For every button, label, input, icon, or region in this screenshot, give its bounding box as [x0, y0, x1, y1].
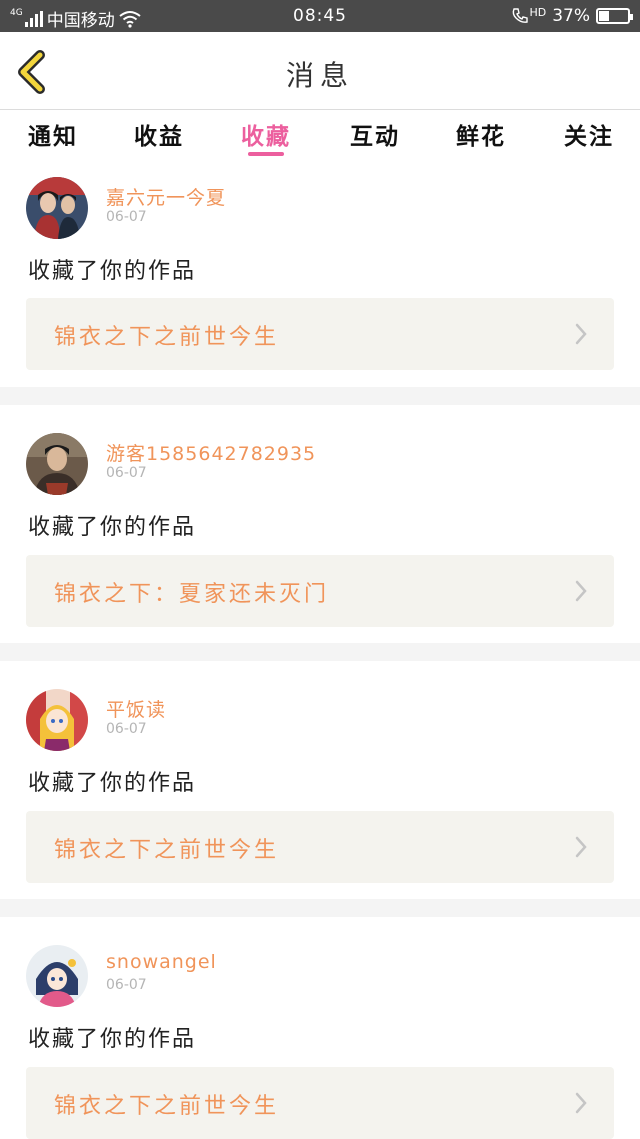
- tab-notifications[interactable]: 通知: [13, 117, 93, 151]
- work-link[interactable]: 锦衣之下：夏家还未灭门: [26, 555, 614, 627]
- divider: [0, 899, 640, 917]
- work-link[interactable]: 锦衣之下之前世今生: [26, 811, 614, 883]
- status-right: HD 37%: [511, 5, 633, 26]
- timestamp: 06-07: [106, 465, 147, 481]
- list-item: 游客1585642782935 06-07 收藏了你的作品 锦衣之下：夏家还未灭…: [0, 405, 640, 643]
- page-title: 消息: [285, 59, 354, 92]
- activity-text: 收藏了你的作品: [28, 515, 197, 540]
- chevron-right-icon: [575, 836, 587, 858]
- tab-bar: 通知 收益 收藏 互动 鲜花 关注: [0, 111, 640, 163]
- chevron-right-icon: [575, 580, 587, 602]
- hd-label: HD: [529, 5, 547, 19]
- timestamp: 06-07: [106, 209, 147, 225]
- chevron-right-icon: [575, 1092, 587, 1114]
- work-link[interactable]: 锦衣之下之前世今生: [26, 298, 614, 370]
- tab-favorites[interactable]: 收藏: [226, 117, 306, 151]
- timestamp: 06-07: [106, 977, 147, 993]
- username[interactable]: 平饭读: [106, 695, 166, 722]
- active-tab-indicator: [248, 152, 284, 156]
- chevron-right-icon: [575, 323, 587, 345]
- work-title: 锦衣之下：夏家还未灭门: [54, 582, 330, 607]
- battery-percent: 37%: [552, 6, 590, 26]
- tab-follows[interactable]: 关注: [549, 117, 629, 151]
- work-link[interactable]: 锦衣之下之前世今生: [26, 1067, 614, 1139]
- work-title: 锦衣之下之前世今生: [54, 325, 280, 350]
- avatar[interactable]: [26, 945, 88, 1007]
- tab-interactions[interactable]: 互动: [335, 117, 415, 151]
- list-item: snowangel 06-07 收藏了你的作品 锦衣之下之前世今生: [0, 917, 640, 1139]
- activity-text: 收藏了你的作品: [28, 1027, 197, 1052]
- status-bar: 4G 中国移动 08:45 HD 37%: [0, 0, 640, 32]
- avatar[interactable]: [26, 177, 88, 239]
- divider: [0, 643, 640, 661]
- tab-earnings[interactable]: 收益: [119, 117, 199, 151]
- username[interactable]: 游客1585642782935: [106, 439, 316, 466]
- hd-call-icon: [513, 8, 529, 23]
- activity-text: 收藏了你的作品: [28, 259, 197, 284]
- work-title: 锦衣之下之前世今生: [54, 1094, 280, 1119]
- navigation-bar: 消息: [0, 32, 640, 110]
- list-item: 平饭读 06-07 收藏了你的作品 锦衣之下之前世今生: [0, 661, 640, 899]
- username[interactable]: snowangel: [106, 951, 217, 973]
- work-title: 锦衣之下之前世今生: [54, 838, 280, 863]
- list-item: 嘉六元一今夏 06-07 收藏了你的作品 锦衣之下之前世今生: [0, 163, 640, 387]
- timestamp: 06-07: [106, 721, 147, 737]
- divider: [0, 387, 640, 405]
- username[interactable]: 嘉六元一今夏: [106, 183, 226, 210]
- avatar[interactable]: [26, 433, 88, 495]
- activity-text: 收藏了你的作品: [28, 771, 197, 796]
- avatar[interactable]: [26, 689, 88, 751]
- tab-flowers[interactable]: 鲜花: [441, 117, 521, 151]
- battery-icon: [596, 8, 633, 24]
